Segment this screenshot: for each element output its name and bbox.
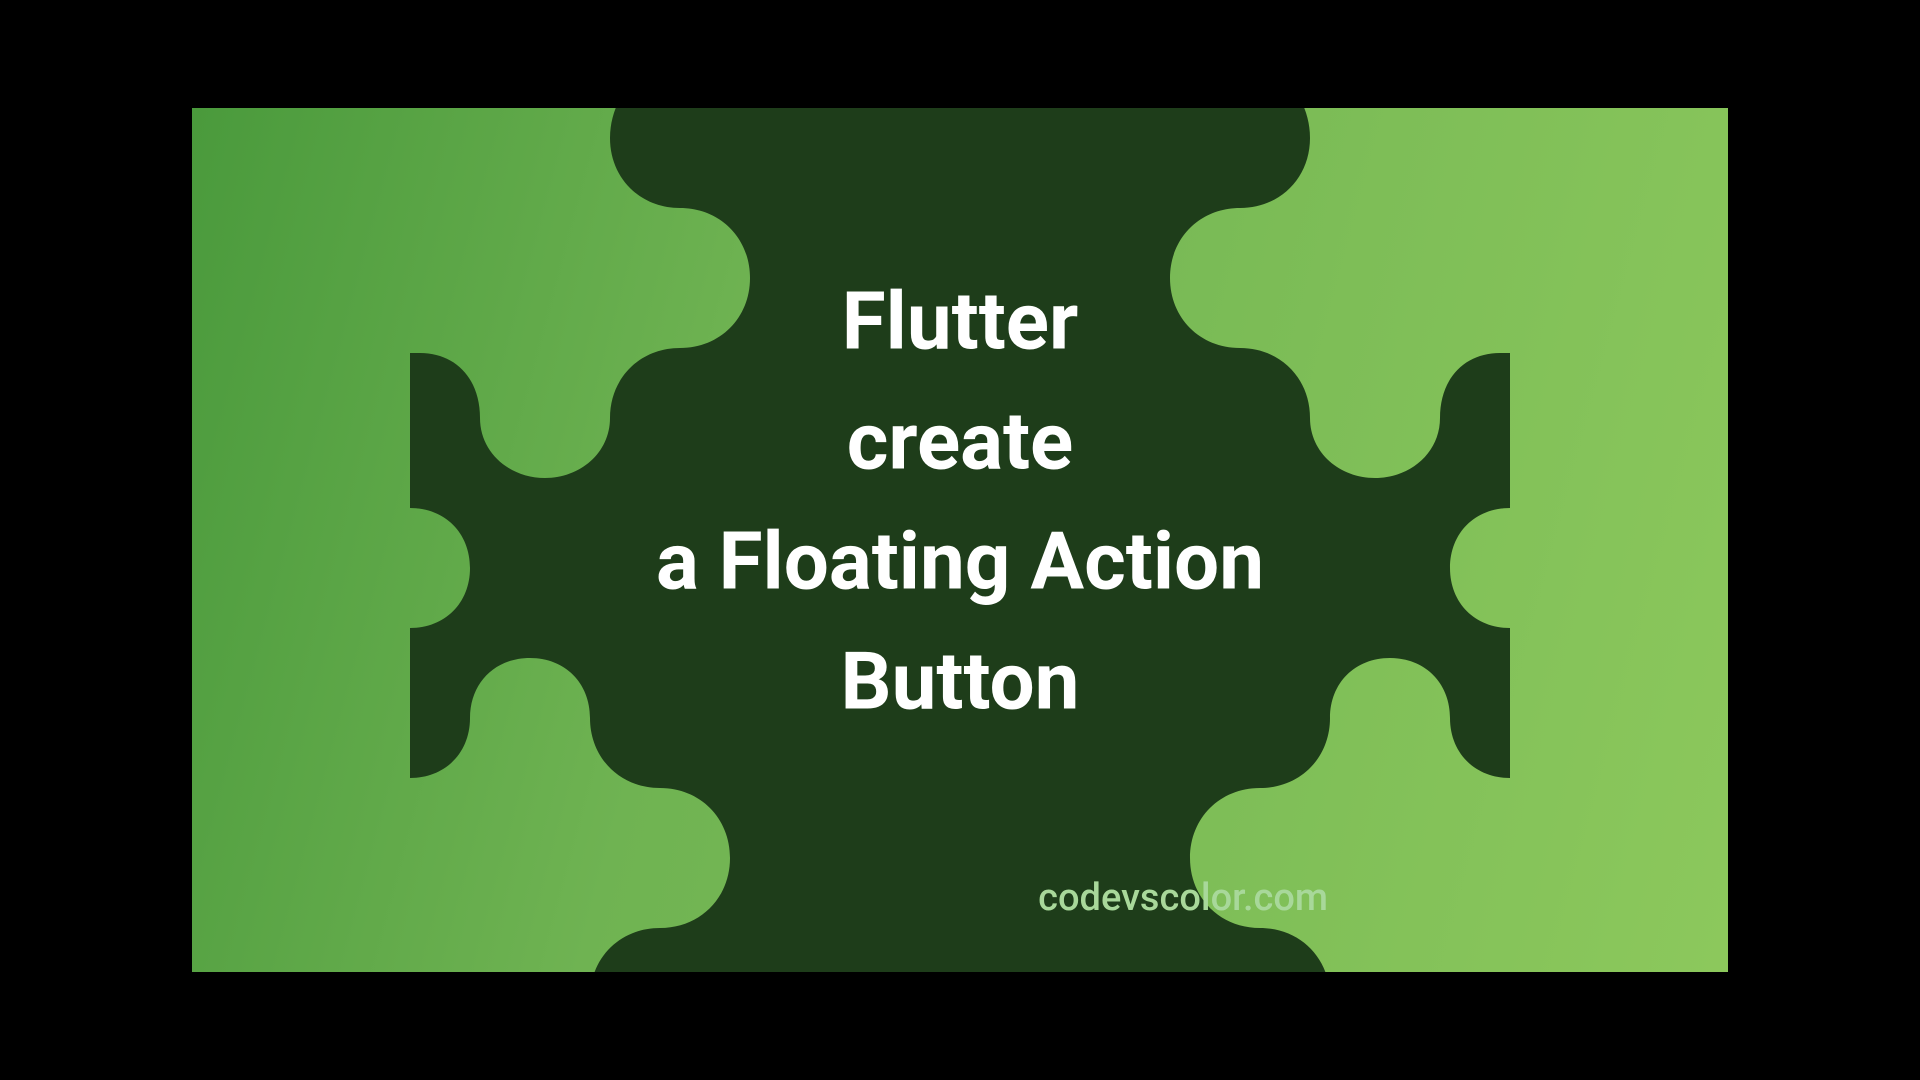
title-line-3: a Floating Action: [656, 515, 1264, 609]
banner-container: Flutter create a Floating Action Button …: [192, 108, 1728, 972]
banner-title: Flutter create a Floating Action Button: [510, 262, 1410, 742]
title-line-2: create: [847, 395, 1074, 489]
title-line-1: Flutter: [842, 275, 1079, 369]
title-line-4: Button: [841, 635, 1080, 729]
attribution-text: codevscolor.com: [1038, 876, 1328, 920]
